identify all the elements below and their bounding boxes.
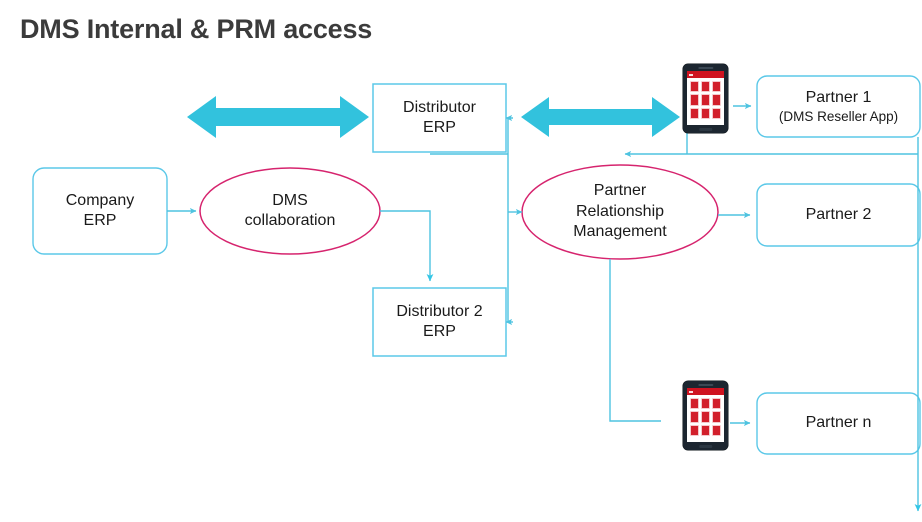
phone-speaker-top	[697, 67, 714, 69]
phone-home-button-top	[698, 128, 713, 131]
phone-home-button-bottom	[698, 445, 713, 448]
node-partner-n	[756, 392, 921, 455]
phone-screen-top	[687, 71, 724, 125]
connector-prm-to-phone-bottom	[609, 259, 661, 422]
double-arrow-right	[521, 97, 680, 137]
phone-footer-top	[687, 121, 724, 125]
connector-dms-to-distributor2	[380, 210, 434, 282]
node-dms-collaboration	[199, 167, 381, 255]
smartphone-reseller-app-icon-bottom	[683, 381, 728, 450]
node-distributor2-erp	[372, 287, 507, 357]
node-distributor-erp	[372, 83, 507, 153]
phone-speaker-bottom	[697, 384, 714, 386]
double-arrow-left	[187, 96, 369, 138]
phone-app-grid-top	[687, 78, 724, 121]
phone-footer-bottom	[687, 438, 724, 442]
smartphone-reseller-app-icon-top	[683, 64, 728, 133]
slide-canvas: DMS Internal & PRM access Company ERP DM…	[0, 0, 922, 522]
node-partner-2	[756, 183, 921, 247]
phone-screen-bottom	[687, 388, 724, 442]
node-partner-1	[756, 75, 921, 138]
diagram-svg	[32, 75, 922, 512]
node-prm	[521, 164, 719, 260]
node-company-erp	[32, 167, 168, 255]
phone-appbar-bottom	[687, 388, 724, 395]
phone-appbar-top	[687, 71, 724, 78]
phone-app-grid-bottom	[687, 395, 724, 438]
